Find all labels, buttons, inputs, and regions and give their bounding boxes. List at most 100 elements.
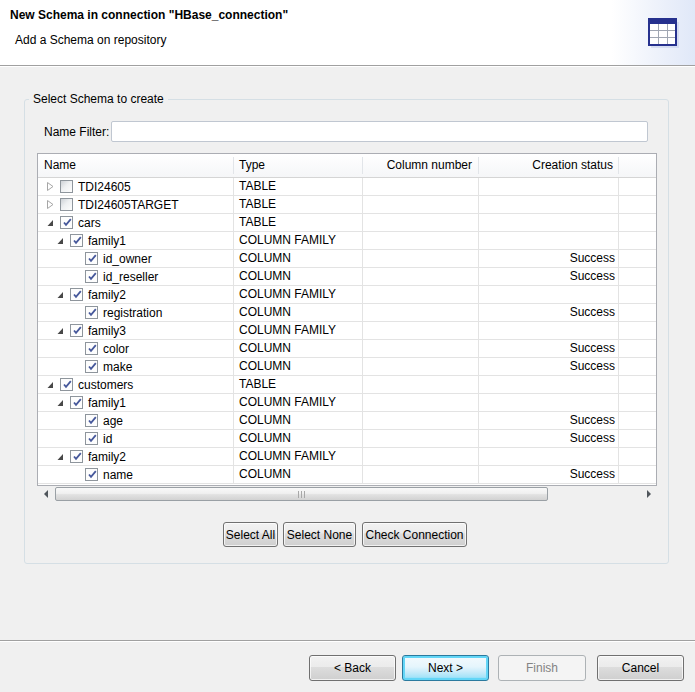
back-button[interactable]: < Back [309, 655, 396, 681]
table-row[interactable]: family1COLUMN FAMILY [38, 232, 656, 250]
row-type-cell: COLUMN [239, 466, 291, 483]
table-row[interactable]: registrationCOLUMNSuccess [38, 304, 656, 322]
collapse-icon[interactable] [56, 324, 70, 338]
collapse-icon[interactable] [56, 234, 70, 248]
row-name-cell: customers [38, 376, 241, 393]
row-name-label: age [103, 414, 123, 428]
name-filter-label: Name Filter: [44, 125, 109, 139]
row-name-cell: id [38, 430, 266, 447]
table-row[interactable]: colorCOLUMNSuccess [38, 340, 656, 358]
table-row[interactable]: makeCOLUMNSuccess [38, 358, 656, 376]
row-creation-status-cell: Success [478, 340, 615, 357]
table-row[interactable]: nameCOLUMNSuccess [38, 466, 656, 484]
table-header: Name Type Column number Creation status [38, 154, 656, 178]
row-name-label: customers [78, 378, 133, 392]
row-checkbox-checked[interactable] [70, 234, 83, 247]
scroll-right-button[interactable] [640, 486, 657, 502]
row-creation-status-cell: Success [478, 250, 615, 267]
table-row[interactable]: family3COLUMN FAMILY [38, 322, 656, 340]
row-checkbox-checked[interactable] [70, 450, 83, 463]
table-row[interactable]: id_resellerCOLUMNSuccess [38, 268, 656, 286]
finish-button[interactable]: Finish [498, 655, 586, 681]
row-type-cell: COLUMN [239, 430, 291, 447]
table-row[interactable]: customers TABLE [38, 376, 656, 394]
row-type-cell: COLUMN [239, 268, 291, 285]
row-checkbox-checked[interactable] [60, 378, 73, 391]
collapse-icon[interactable] [56, 450, 70, 464]
row-checkbox-unchecked[interactable] [60, 198, 73, 211]
table-row[interactable]: TDI24605 TABLE [38, 178, 656, 196]
row-name-cell: family3 [38, 322, 251, 339]
column-header-name[interactable]: Name [38, 154, 233, 177]
select-all-button[interactable]: Select All [223, 522, 278, 547]
row-type-cell: TABLE [239, 178, 276, 195]
row-checkbox-checked[interactable] [85, 270, 98, 283]
row-creation-status-cell [478, 322, 615, 339]
row-type-cell: COLUMN FAMILY [239, 286, 336, 303]
row-checkbox-unchecked[interactable] [60, 180, 73, 193]
row-type-cell: COLUMN FAMILY [239, 232, 336, 249]
collapse-icon[interactable] [56, 288, 70, 302]
collapse-icon[interactable] [56, 396, 70, 410]
expander-spacer [71, 342, 85, 356]
table-row[interactable]: family2COLUMN FAMILY [38, 448, 656, 466]
scroll-left-button[interactable] [37, 486, 54, 502]
row-checkbox-checked[interactable] [60, 216, 73, 229]
row-checkbox-checked[interactable] [70, 396, 83, 409]
next-button[interactable]: Next > [402, 655, 489, 681]
row-creation-status-cell [478, 178, 615, 195]
scroll-left-icon [44, 490, 48, 498]
row-checkbox-checked[interactable] [85, 306, 98, 319]
row-name-label: id_owner [103, 252, 152, 266]
row-checkbox-checked[interactable] [85, 252, 98, 265]
row-type-cell: TABLE [239, 376, 276, 393]
row-checkbox-checked[interactable] [70, 288, 83, 301]
table-row[interactable]: id_owner COLUMN Success [38, 250, 656, 268]
row-name-cell: family2 [38, 448, 251, 465]
expand-icon[interactable] [46, 180, 60, 194]
expander-spacer [71, 252, 85, 266]
row-checkbox-checked[interactable] [85, 414, 98, 427]
column-header-creation-status[interactable]: Creation status [478, 154, 618, 177]
column-header-column-number[interactable]: Column number [362, 154, 478, 177]
row-creation-status-cell: Success [478, 466, 615, 483]
row-creation-status-cell [478, 394, 615, 411]
select-none-button[interactable]: Select None [283, 522, 356, 547]
table-row[interactable]: carsTABLE [38, 214, 656, 232]
check-connection-button[interactable]: Check Connection [362, 522, 467, 547]
page-title: New Schema in connection "HBase_connecti… [10, 8, 288, 22]
column-header-type[interactable]: Type [233, 154, 362, 177]
row-name-cell: TDI24605TARGET [38, 196, 241, 213]
row-type-cell: COLUMN [239, 412, 291, 429]
cancel-button[interactable]: Cancel [597, 655, 684, 681]
row-name-label: family3 [88, 324, 126, 338]
scrollbar-thumb[interactable] [55, 487, 548, 501]
row-name-label: TDI24605 [78, 180, 131, 194]
row-name-label: color [103, 342, 129, 356]
horizontal-scrollbar[interactable] [37, 486, 657, 502]
collapse-icon[interactable] [46, 216, 60, 230]
table-row[interactable]: TDI24605TARGETTABLE [38, 196, 656, 214]
collapse-icon[interactable] [46, 378, 60, 392]
table-row[interactable]: ageCOLUMNSuccess [38, 412, 656, 430]
row-type-cell: TABLE [239, 214, 276, 231]
name-filter-input[interactable] [111, 121, 648, 142]
row-checkbox-checked[interactable] [70, 324, 83, 337]
row-name-cell: TDI24605 [38, 178, 241, 195]
table-row[interactable]: idCOLUMNSuccess [38, 430, 656, 448]
row-checkbox-checked[interactable] [85, 432, 98, 445]
row-checkbox-checked[interactable] [85, 360, 98, 373]
row-name-cell: age [38, 412, 266, 429]
row-type-cell: TABLE [239, 196, 276, 213]
row-checkbox-checked[interactable] [85, 468, 98, 481]
schema-groupbox-label: Select Schema to create [29, 92, 168, 106]
table-row[interactable]: family1COLUMN FAMILY [38, 394, 656, 412]
expander-spacer [71, 270, 85, 284]
row-type-cell: COLUMN [239, 250, 291, 267]
row-name-cell: id_owner [38, 250, 266, 267]
row-checkbox-checked[interactable] [85, 342, 98, 355]
row-name-cell: family1 [38, 394, 251, 411]
expand-icon[interactable] [46, 198, 60, 212]
table-row[interactable]: family2COLUMN FAMILY [38, 286, 656, 304]
row-creation-status-cell [478, 448, 615, 465]
